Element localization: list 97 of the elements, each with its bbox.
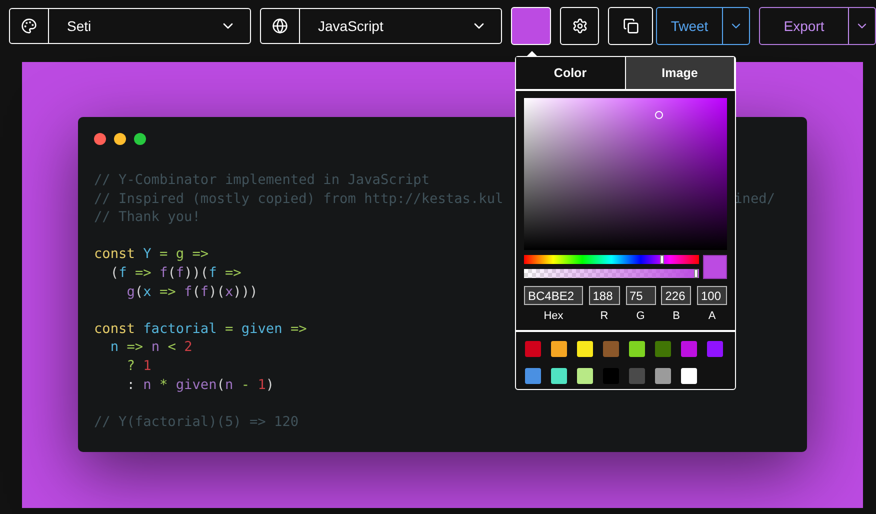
code-token: => xyxy=(192,245,209,264)
code-token: : xyxy=(126,376,136,394)
code-token: * xyxy=(159,376,169,394)
copy-icon xyxy=(622,18,639,34)
color-swatch[interactable] xyxy=(551,368,567,384)
settings-icon xyxy=(572,18,588,34)
code-token: f xyxy=(118,264,128,283)
code-token: Y xyxy=(143,245,152,264)
code-token: => xyxy=(159,282,177,302)
color-swatch[interactable] xyxy=(655,368,671,384)
code-token: => xyxy=(126,338,144,357)
code-token: x xyxy=(224,282,234,302)
hue-slider[interactable] xyxy=(524,255,699,264)
field-label: R xyxy=(600,310,608,322)
code-token: ( xyxy=(109,264,119,283)
code-token: f xyxy=(160,264,168,283)
code-comment: // Inspired (mostly copied) from http://kestas.kul xyxy=(94,190,504,208)
code-token: ( xyxy=(134,282,144,302)
color-swatch[interactable] xyxy=(681,368,697,384)
code-token: 2 xyxy=(184,338,192,357)
color-swatch[interactable] xyxy=(577,341,593,357)
code-token: g xyxy=(126,282,135,302)
code-token: )( xyxy=(208,282,225,302)
color-value-field[interactable]: 75 xyxy=(626,286,656,305)
language-value: JavaScript xyxy=(317,18,384,34)
globe-icon xyxy=(272,18,288,34)
code-comment: // Y-Combinator implemented in JavaScript xyxy=(94,171,430,190)
code-token: => xyxy=(134,264,152,283)
code-comment: // Y(factorial)(5) => 120 xyxy=(94,412,299,432)
minimize-dot xyxy=(114,133,126,145)
code-token: ))( xyxy=(184,264,209,283)
code-token: f xyxy=(176,264,184,283)
code-token: f xyxy=(200,282,209,302)
code-token: given xyxy=(176,376,217,394)
code-token: f xyxy=(208,264,218,283)
color-swatch[interactable] xyxy=(603,341,619,357)
color-swatch[interactable] xyxy=(551,341,567,357)
color-swatch[interactable] xyxy=(707,341,723,357)
code-token: ( xyxy=(168,264,176,283)
code-token: const xyxy=(94,245,136,264)
code-token: = xyxy=(224,320,234,338)
code-comment: ined/ xyxy=(734,190,775,208)
code-token: => xyxy=(225,264,242,283)
alpha-thumb[interactable] xyxy=(694,269,698,278)
code-token: 1 xyxy=(143,356,152,376)
theme-select[interactable]: Seti xyxy=(9,8,251,44)
field-label: Hex xyxy=(544,310,564,322)
code-token: < xyxy=(168,338,177,357)
color-value-field[interactable]: BC4BE2 xyxy=(524,286,583,305)
color-value-field[interactable]: 188 xyxy=(588,286,620,305)
code-token: ( xyxy=(192,282,200,302)
picker-tab[interactable]: Color xyxy=(516,57,626,89)
color-preview xyxy=(703,255,727,279)
code-token: ))) xyxy=(233,282,258,302)
color-swatch[interactable] xyxy=(629,368,645,384)
code-token: n xyxy=(224,376,234,394)
code-token: => xyxy=(290,320,307,338)
background-color-button[interactable] xyxy=(511,7,551,45)
code-token: - xyxy=(241,376,251,394)
field-label: A xyxy=(708,310,716,322)
field-label: B xyxy=(672,310,680,322)
code-token: n xyxy=(143,376,152,394)
code-token: const xyxy=(94,320,136,338)
code-token: n xyxy=(151,338,160,357)
code-token: x xyxy=(143,282,152,302)
saturation-area[interactable] xyxy=(524,98,727,250)
theme-value: Seti xyxy=(66,18,92,34)
code-token: factorial xyxy=(143,320,218,338)
code-token: = xyxy=(159,245,169,264)
color-value-field[interactable]: 226 xyxy=(661,286,692,305)
code-token: ( xyxy=(216,376,225,394)
code-token: 1 xyxy=(258,376,266,394)
code-token: ? xyxy=(126,356,136,376)
alpha-slider[interactable] xyxy=(524,269,699,278)
palette-icon xyxy=(21,18,37,34)
maximize-dot xyxy=(134,133,146,145)
picker-handle[interactable] xyxy=(655,111,663,119)
settings-button[interactable] xyxy=(560,7,600,45)
color-value-field[interactable]: 100 xyxy=(697,286,727,305)
color-swatch[interactable] xyxy=(629,341,645,357)
color-swatch[interactable] xyxy=(681,341,697,357)
code-token: n xyxy=(109,338,120,357)
code-comment: // Thank you! xyxy=(94,208,200,227)
code-token: ) xyxy=(266,376,274,394)
code-token: f xyxy=(184,282,192,302)
code-token: given xyxy=(241,320,284,338)
language-select[interactable]: JavaScript xyxy=(260,8,502,44)
copy-button[interactable] xyxy=(608,7,654,45)
color-swatch[interactable] xyxy=(525,341,541,357)
color-swatch[interactable] xyxy=(525,368,541,384)
picker-tab[interactable]: Image xyxy=(626,57,735,89)
hue-thumb[interactable] xyxy=(660,255,664,264)
color-swatch[interactable] xyxy=(655,341,671,357)
color-swatch[interactable] xyxy=(577,368,593,384)
close-dot xyxy=(94,133,106,145)
code-token: g xyxy=(176,245,186,264)
field-label: G xyxy=(636,310,645,322)
